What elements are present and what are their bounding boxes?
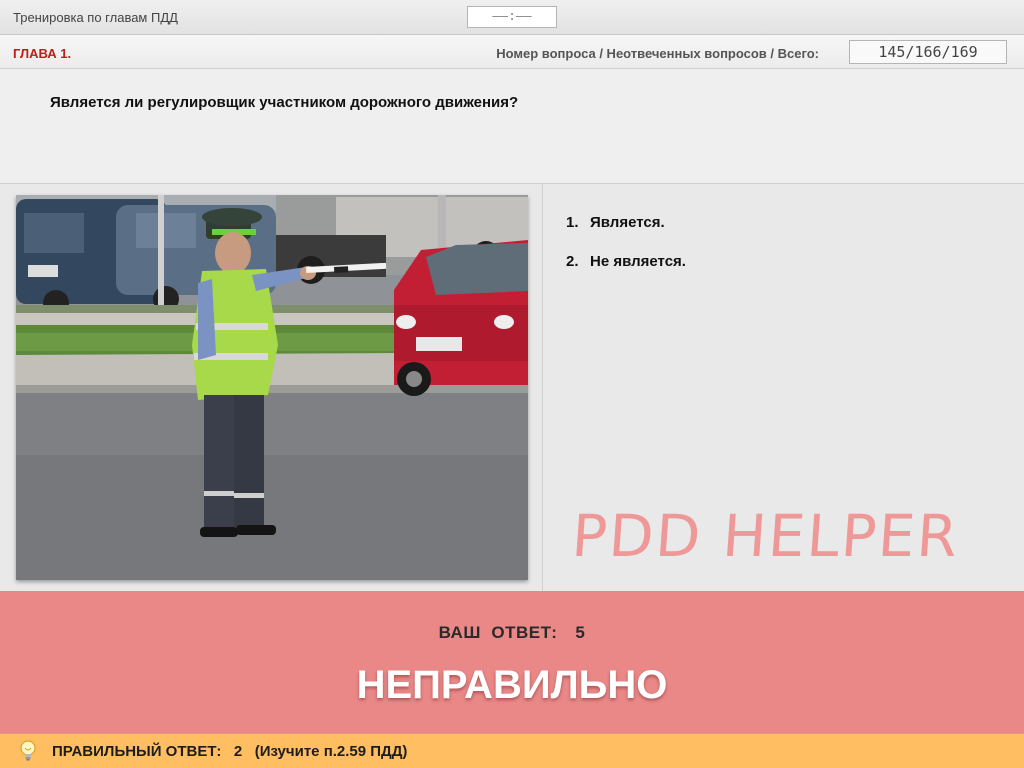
title-bar: Тренировка по главам ПДД ——:——: [0, 0, 1024, 35]
question-panel: Является ли регулировщик участником доро…: [0, 69, 1024, 184]
chapter-bar: ГЛАВА 1. Номер вопроса / Неотвеченных во…: [0, 35, 1024, 69]
question-counter: 145/166/169: [849, 40, 1007, 64]
question-photo: [16, 195, 528, 580]
chapter-label: ГЛАВА 1.: [13, 46, 72, 61]
result-panel: ВАШ ОТВЕТ: 5 НЕПРАВИЛЬНО: [0, 591, 1024, 733]
your-answer-label: ВАШ ОТВЕТ:: [438, 623, 558, 642]
correct-answer-value: 2: [233, 743, 243, 760]
your-answer: ВАШ ОТВЕТ: 5: [0, 623, 1024, 643]
content-area: 1. Является. 2. Не является. PDD HELPER: [0, 184, 1024, 591]
question-counter-label: Номер вопроса / Неотвеченных вопросов / …: [496, 46, 819, 61]
answer-number: 1.: [566, 214, 579, 231]
timer-display: ——:——: [467, 6, 557, 28]
correct-answer-bar: ПРАВИЛЬНЫЙ ОТВЕТ: 2 (Изучите п.2.59 ПДД): [0, 733, 1024, 768]
answer-label: Не является.: [590, 253, 686, 270]
answer-option-2[interactable]: 2. Не является.: [566, 253, 686, 270]
verdict-text: НЕПРАВИЛЬНО: [356, 663, 668, 707]
answers-list: 1. Является. 2. Не является.: [566, 214, 686, 292]
answer-number: 2.: [566, 253, 579, 270]
correct-answer-label: ПРАВИЛЬНЫЙ ОТВЕТ:: [52, 743, 222, 760]
your-answer-value: 5: [575, 623, 586, 642]
question-text: Является ли регулировщик участником доро…: [50, 94, 519, 111]
answer-label: Является.: [590, 214, 665, 231]
traffic-officer-image: [16, 195, 528, 580]
lightbulb-icon: [20, 740, 36, 761]
correct-answer-text: ПРАВИЛЬНЫЙ ОТВЕТ: 2 (Изучите п.2.59 ПДД): [52, 743, 407, 760]
watermark-logo: PDD HELPER: [569, 502, 962, 570]
window-title: Тренировка по главам ПДД: [13, 10, 178, 25]
content-divider: [542, 184, 543, 591]
correct-answer-hint: (Изучите п.2.59 ПДД): [254, 743, 408, 760]
answer-option-1[interactable]: 1. Является.: [566, 214, 686, 231]
